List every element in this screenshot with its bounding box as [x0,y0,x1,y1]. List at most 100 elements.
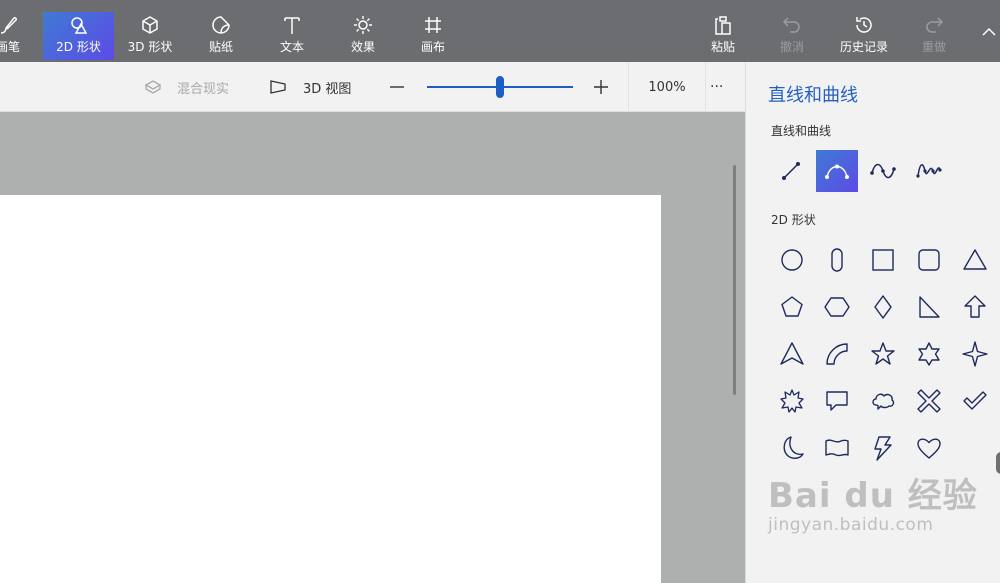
tool-label: 3D 形状 [127,40,173,54]
shape-rounded-square[interactable] [908,239,950,281]
shape-arrow-up[interactable] [954,286,996,328]
effects-sun-icon [352,12,374,36]
redo-button[interactable]: 重做 [908,12,960,60]
shape-triangle[interactable] [954,239,996,281]
tool-label: 画布 [420,40,445,54]
minus-icon [390,86,404,88]
shape-square[interactable] [862,239,904,281]
zoom-in-button[interactable] [593,62,609,112]
2d-shapes-icon [68,12,90,36]
view-toolbar: 混合现实 3D 视图 100% ··· [0,62,745,112]
more-options-button[interactable]: ··· [710,62,723,112]
zoom-slider[interactable] [427,62,573,112]
history-button[interactable]: 历史记录 [832,12,896,60]
zoom-slider-track [427,76,573,98]
shape-diamond[interactable] [862,286,904,328]
drawing-canvas[interactable] [0,195,661,583]
shape-circle[interactable] [771,239,813,281]
3d-cube-icon [139,12,161,36]
shape-star-5[interactable] [862,333,904,375]
chevron-up-icon [982,27,996,36]
tool-label: 2D 形状 [56,40,101,54]
shape-banner[interactable] [816,427,858,469]
vertical-scrollbar[interactable] [733,165,736,395]
brush-icon [0,12,19,36]
shape-hexagon[interactable] [816,286,858,328]
view-3d-label: 3D 视图 [303,81,352,97]
square-icon [872,249,894,271]
pentagon-icon [781,296,803,317]
circle-icon [781,249,803,271]
arrow-up-icon [964,295,986,318]
undo-button[interactable]: 撤消 [766,12,818,60]
rounded-square-icon [918,249,940,271]
three-point-curve-button[interactable] [908,150,950,192]
shape-speech-bubble[interactable] [816,380,858,422]
shape-heart[interactable] [908,427,950,469]
three-point-curve-icon [916,164,942,178]
star-5-icon [871,342,895,365]
canvas-workspace [0,112,745,583]
shape-thought-bubble[interactable] [862,380,904,422]
zoom-out-button[interactable] [389,62,405,112]
redo-icon [923,12,945,36]
shape-pentagon[interactable] [771,286,813,328]
tool-2d-shapes[interactable]: 2D 形状 [43,12,114,60]
canvas-crop-icon [422,12,444,36]
tool-stickers[interactable]: 贴纸 [195,12,247,60]
triangle-icon [963,249,987,270]
check-mark-icon [963,391,987,410]
zoom-percent[interactable]: 100% [628,62,706,112]
undo-icon [781,12,803,36]
paste-label: 粘贴 [710,40,735,54]
3d-view-icon [270,80,286,94]
mixed-reality-icon [144,80,162,94]
two-point-curve-button[interactable] [862,150,904,192]
shape-star-6[interactable] [908,333,950,375]
diamond-icon [874,295,892,319]
panel-scroll-handle[interactable] [996,452,1000,474]
shape-check-mark[interactable] [954,380,996,422]
star-6-icon [918,342,940,366]
tool-effects[interactable]: 效果 [337,12,389,60]
view-3d-button[interactable]: 3D 视图 [268,62,351,112]
watermark-main: Bai du 经验 [768,476,978,516]
history-icon [853,12,875,36]
speech-bubble-icon [826,391,848,411]
two-point-curve-icon [870,163,896,179]
heart-icon [917,438,941,459]
shape-lightning[interactable] [862,427,904,469]
tool-3d-shapes[interactable]: 3D 形状 [120,12,180,60]
tool-brushes[interactable]: 画笔 [0,12,30,60]
line-tool-button[interactable] [770,150,812,192]
tool-canvas[interactable]: 画布 [407,12,459,60]
redo-label: 重做 [921,40,946,54]
shape-star-4[interactable] [954,333,996,375]
tool-label: 效果 [350,40,375,54]
shape-capsule[interactable] [816,239,858,281]
shape-right-triangle[interactable] [908,286,950,328]
curve-tool-button[interactable] [816,150,858,192]
shape-crescent-moon[interactable] [771,427,813,469]
shape-x-mark[interactable] [908,380,950,422]
paste-button[interactable]: 粘贴 [697,12,749,60]
baidu-jingyan-watermark: Bai du 经验 jingyan.baidu.com [768,468,978,535]
text-icon [281,12,303,36]
shape-burst[interactable] [771,380,813,422]
shape-arrowhead[interactable] [771,333,813,375]
panel-title: 直线和曲线 [768,85,858,106]
banner-icon [825,439,849,457]
shapes-section-label: 2D 形状 [771,213,816,227]
star-4-icon [962,341,988,367]
sticker-icon [210,12,232,36]
history-label: 历史记录 [839,40,888,54]
clipboard-icon [712,12,734,36]
mixed-reality-button[interactable]: 混合现实 [143,62,229,112]
main-toolbar: 画笔 2D 形状 3D 形状 贴纸 文本 效果 画布 粘贴 撤消 历史记录 重做 [0,0,1000,62]
curve-icon [825,164,849,179]
tool-text[interactable]: 文本 [266,12,318,60]
zoom-slider-thumb[interactable] [496,76,504,98]
tool-label: 画笔 [0,40,20,54]
collapse-toolbar-button[interactable] [978,26,1000,46]
shape-quarter-circle[interactable] [816,333,858,375]
